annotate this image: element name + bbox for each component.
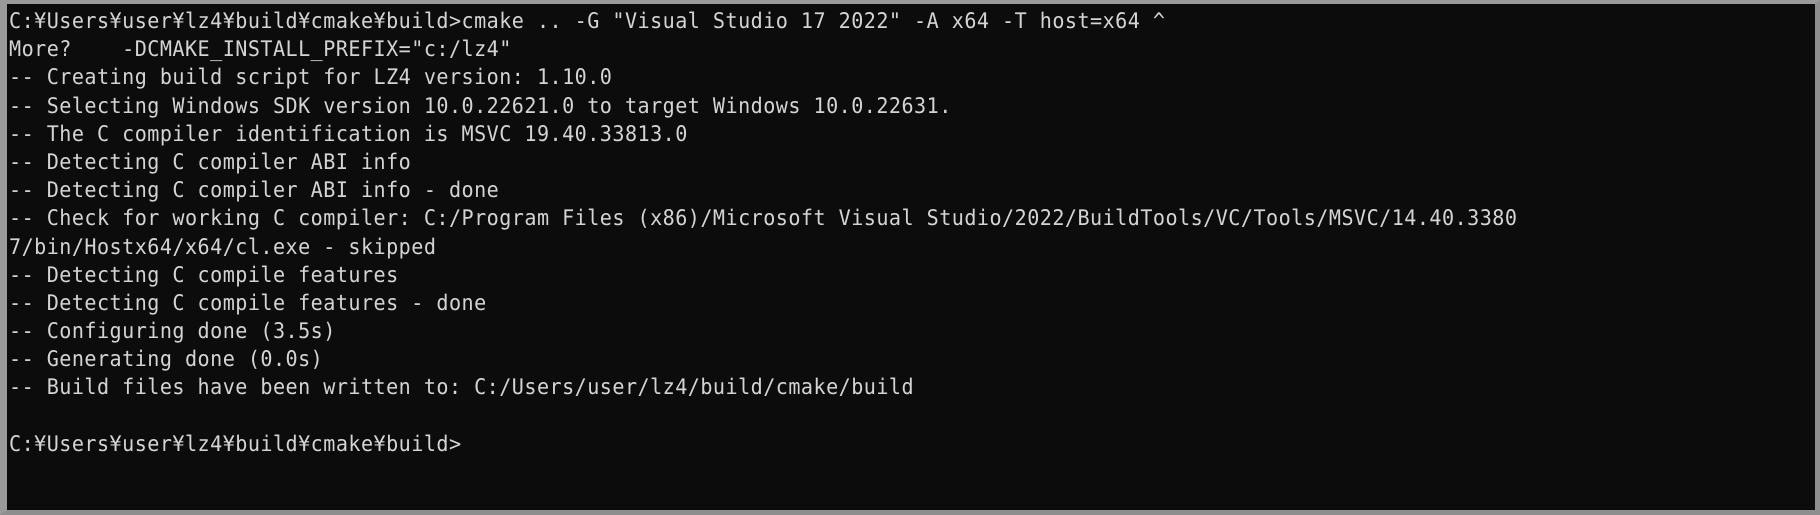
console-line: -- Detecting C compiler ABI info - done (9, 178, 500, 204)
console-line: -- Detecting C compiler ABI info (9, 149, 412, 175)
console-output: C:¥Users¥user¥lz4¥build¥cmake¥build>cmak… (9, 8, 1815, 459)
console-line: -- Detecting C compile features - done (9, 290, 487, 316)
console-line: -- Selecting Windows SDK version 10.0.22… (9, 93, 952, 119)
console-line: More? -DCMAKE_INSTALL_PREFIX="c:/lz4" (9, 37, 512, 63)
console-line: C:¥Users¥user¥lz4¥build¥cmake¥build> (9, 431, 462, 457)
console-line: 7/bin/Hostx64/x64/cl.exe - skipped (9, 234, 437, 260)
console-line: C:¥Users¥user¥lz4¥build¥cmake¥build>cmak… (9, 9, 1166, 34)
console-line: -- Creating build script for LZ4 version… (9, 65, 613, 91)
console-window: C:¥Users¥user¥lz4¥build¥cmake¥build>cmak… (0, 0, 1820, 515)
console-line: -- The C compiler identification is MSVC… (9, 121, 688, 147)
console-screen[interactable]: C:¥Users¥user¥lz4¥build¥cmake¥build>cmak… (7, 4, 1815, 510)
console-line: -- Detecting C compile features (9, 262, 399, 288)
console-line: -- Generating done (0.0s) (9, 347, 324, 373)
console-line: -- Configuring done (3.5s) (9, 319, 336, 345)
console-line: -- Check for working C compiler: C:/Prog… (9, 206, 1518, 232)
console-line: -- Build files have been written to: C:/… (9, 375, 915, 401)
